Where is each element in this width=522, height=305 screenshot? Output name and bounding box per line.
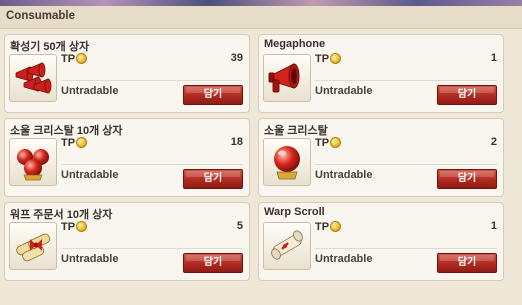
trade-status: Untradable [315,253,373,265]
tp-coin-icon [76,137,87,148]
add-button[interactable]: 담기 [183,85,243,105]
add-button[interactable]: 담기 [183,253,243,273]
soul-crystal-icon [263,138,311,186]
item-name: 소울 크리스탈 10개 상자 [10,125,123,137]
item-quantity: 2 [490,136,497,148]
tp-label: TP [315,53,330,65]
add-button-label: 담기 [457,89,477,100]
item-card-warp-scroll[interactable]: Warp Scroll TP 1 Untradable 담기 [258,202,504,281]
item-card-megaphone-box[interactable]: 확성기 50개 상자 TP 39 Untradable 담기 [4,34,250,113]
item-quantity: 5 [236,220,243,232]
divider [61,80,243,81]
item-card-soul-crystal-box[interactable]: 소울 크리스탈 10개 상자 TP 18 Untradable 담기 [4,118,250,197]
tp-label: TP [61,53,76,65]
item-quantity: 1 [490,220,497,232]
megaphone-box-icon [9,54,57,102]
tp-coin-icon [76,221,87,232]
tp-label: TP [61,221,76,233]
trade-status: Untradable [61,253,119,265]
megaphone-icon [263,54,311,102]
divider [315,164,497,165]
item-quantity: 1 [490,52,497,64]
tp-label: TP [315,137,330,149]
item-name: 확성기 50개 상자 [10,41,90,53]
category-title: Consumable [6,10,76,22]
item-card-soul-crystal[interactable]: 소울 크리스탈 TP 2 Untradable 담기 [258,118,504,197]
trade-status: Untradable [315,169,373,181]
item-name: 소울 크리스탈 [264,125,328,137]
tp-coin-icon [330,137,341,148]
divider [315,80,497,81]
tp-label: TP [315,221,330,233]
item-name: 워프 주문서 10개 상자 [10,209,113,221]
add-button[interactable]: 담기 [437,253,497,273]
add-button[interactable]: 담기 [437,85,497,105]
tp-coin-icon [76,53,87,64]
divider [61,164,243,165]
add-button-label: 담기 [203,89,223,100]
warp-scroll-icon [263,222,311,270]
soul-crystal-box-icon [9,138,57,186]
warp-scroll-box-icon [9,222,57,270]
trade-status: Untradable [61,85,119,97]
add-button[interactable]: 담기 [437,169,497,189]
tp-coin-icon [330,221,341,232]
item-name: Megaphone [264,38,326,50]
item-card-megaphone[interactable]: Megaphone TP 1 Untradable 담기 [258,34,504,113]
add-button[interactable]: 담기 [183,169,243,189]
item-card-warp-scroll-box[interactable]: 워프 주문서 10개 상자 TP 5 Untradable 담기 [4,202,250,281]
item-quantity: 18 [230,136,243,148]
add-button-label: 담기 [457,173,477,184]
trade-status: Untradable [61,169,119,181]
tp-coin-icon [330,53,341,64]
add-button-label: 담기 [203,173,223,184]
item-name: Warp Scroll [264,206,325,218]
add-button-label: 담기 [203,257,223,268]
trade-status: Untradable [315,85,373,97]
divider [315,248,497,249]
category-header: Consumable [0,6,522,29]
item-quantity: 39 [230,52,243,64]
divider [61,248,243,249]
add-button-label: 담기 [457,257,477,268]
tp-label: TP [61,137,76,149]
